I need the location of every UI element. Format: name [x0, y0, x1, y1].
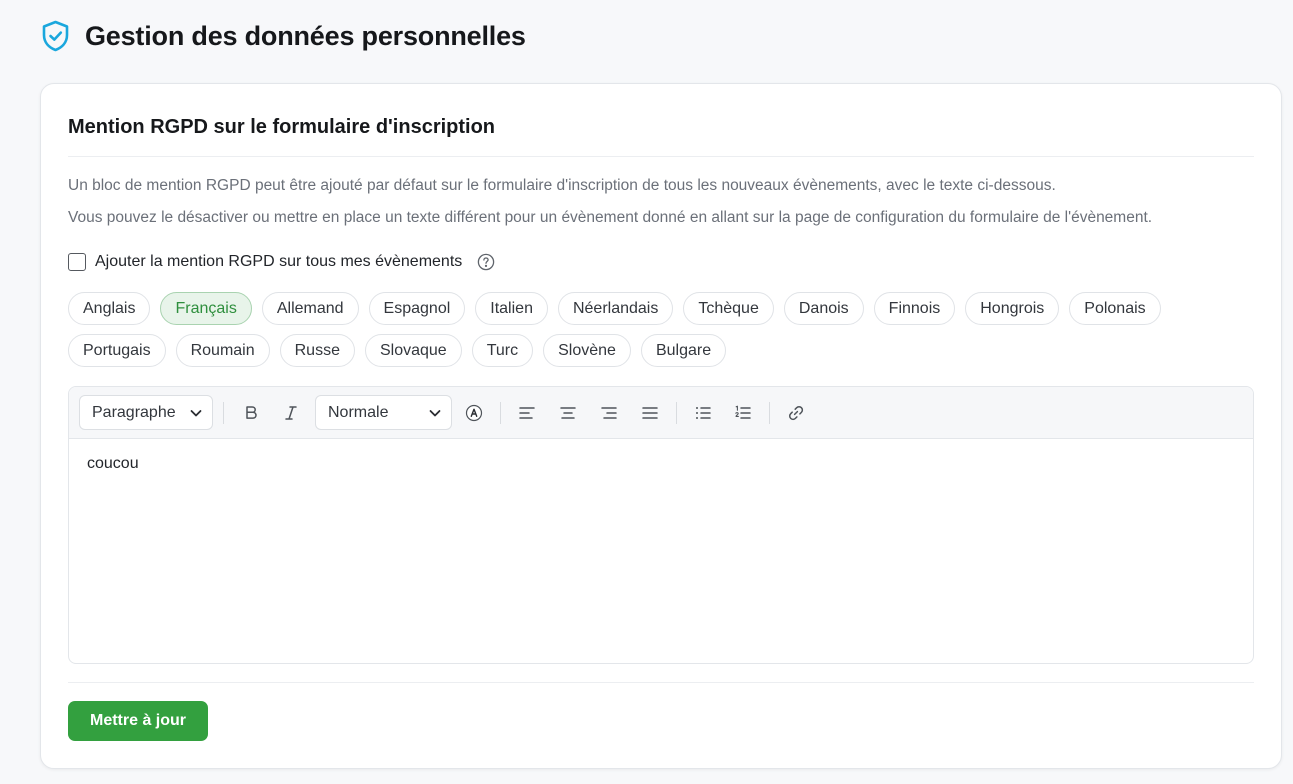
- language-chip[interactable]: Slovaque: [364, 334, 462, 367]
- link-button[interactable]: [782, 399, 810, 427]
- align-justify-button[interactable]: [636, 399, 664, 427]
- align-right-button[interactable]: [595, 399, 623, 427]
- default-mention-checkbox[interactable]: [68, 253, 86, 271]
- default-mention-checkbox-row: Ajouter la mention RGPD sur tous mes évè…: [68, 253, 495, 271]
- language-chip[interactable]: Polonais: [1069, 292, 1161, 325]
- card-title: Mention RGPD sur le formulaire d'inscrip…: [68, 116, 496, 138]
- align-right-icon: [601, 406, 617, 419]
- toolbar-separator: [500, 401, 501, 424]
- language-chip[interactable]: Allemand: [261, 292, 359, 325]
- chevron-down-icon: [429, 409, 441, 416]
- align-justify-icon: [642, 406, 658, 419]
- align-left-button[interactable]: [513, 399, 541, 427]
- language-chip[interactable]: Hongrois: [965, 292, 1060, 325]
- gdpr-settings-card: Mention RGPD sur le formulaire d'inscrip…: [40, 83, 1282, 769]
- language-chip[interactable]: Espagnol: [368, 292, 466, 325]
- update-button[interactable]: Mettre à jour: [68, 701, 208, 741]
- block-type-value: Paragraphe: [92, 403, 176, 421]
- link-icon: [788, 405, 804, 420]
- font-size-select[interactable]: Normale: [315, 395, 452, 430]
- align-left-icon: [519, 406, 535, 419]
- language-chip[interactable]: Français: [160, 292, 252, 325]
- description-line-2: Vous pouvez le désactiver ou mettre en p…: [68, 209, 1153, 226]
- language-chip[interactable]: Italien: [475, 292, 548, 325]
- bullet-list-icon: [696, 406, 711, 419]
- italic-icon: [285, 405, 297, 420]
- shield-check-icon: [42, 20, 69, 52]
- editor-toolbar: Paragraphe Normale: [69, 387, 1253, 439]
- align-center-icon: [560, 406, 576, 419]
- align-center-button[interactable]: [554, 399, 582, 427]
- page-header: Gestion des données personnelles: [42, 20, 526, 52]
- help-icon[interactable]: [471, 253, 495, 271]
- language-chip[interactable]: Russe: [279, 334, 355, 367]
- language-chip[interactable]: Danois: [783, 292, 864, 325]
- text-color-icon: [465, 404, 483, 421]
- toolbar-separator: [676, 401, 677, 424]
- numbered-list-icon: [735, 405, 751, 419]
- language-chip[interactable]: Turc: [471, 334, 534, 367]
- language-chip[interactable]: Finnois: [873, 292, 956, 325]
- language-chip[interactable]: Portugais: [68, 334, 166, 367]
- page-title: Gestion des données personnelles: [85, 20, 526, 51]
- footer-divider: [68, 682, 1254, 683]
- toolbar-separator: [769, 401, 770, 424]
- language-chip[interactable]: Néerlandais: [557, 292, 674, 325]
- card-header-divider: [68, 156, 1254, 157]
- language-chip[interactable]: Slovène: [543, 334, 631, 367]
- numbered-list-button[interactable]: [729, 399, 757, 427]
- editor-content[interactable]: coucou: [69, 439, 1253, 663]
- text-color-button[interactable]: [460, 399, 488, 427]
- language-chip[interactable]: Tchèque: [683, 292, 774, 325]
- toolbar-separator: [223, 401, 224, 424]
- bold-icon: [246, 405, 257, 419]
- bold-button[interactable]: [237, 399, 265, 427]
- description-line-1: Un bloc de mention RGPD peut être ajouté…: [68, 177, 1056, 194]
- default-mention-checkbox-label[interactable]: Ajouter la mention RGPD sur tous mes évè…: [95, 253, 462, 271]
- language-chip[interactable]: Anglais: [68, 292, 151, 325]
- language-chip[interactable]: Roumain: [175, 334, 270, 367]
- italic-button[interactable]: [277, 399, 305, 427]
- bullet-list-button[interactable]: [689, 399, 717, 427]
- chevron-down-icon: [190, 409, 202, 416]
- block-type-select[interactable]: Paragraphe: [79, 395, 213, 430]
- language-chip[interactable]: Bulgare: [640, 334, 727, 367]
- language-chip-list: Anglais Français Allemand Espagnol Italien Né…: [68, 292, 1208, 367]
- rich-text-editor: Paragraphe Normale coucou: [68, 386, 1254, 664]
- font-size-value: Normale: [328, 403, 389, 421]
